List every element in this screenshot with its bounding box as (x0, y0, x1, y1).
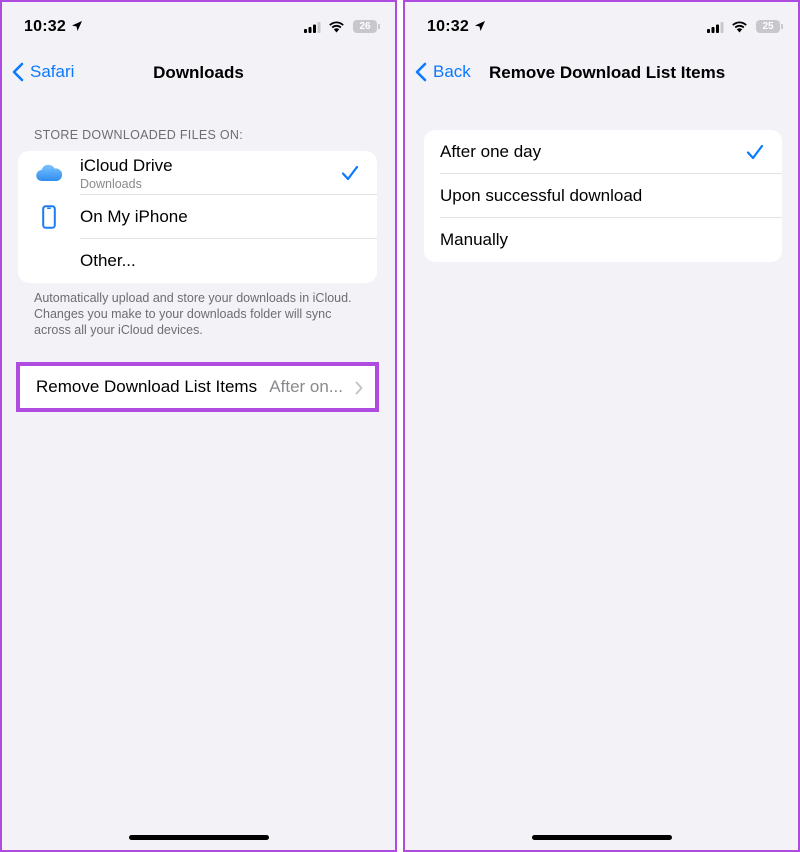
cellular-signal-icon (707, 22, 724, 33)
status-bar: 10:32 25 (405, 16, 798, 40)
battery-indicator: 26 (353, 20, 380, 33)
status-time: 10:32 (427, 18, 469, 35)
option-after-one-day[interactable]: After one day (424, 130, 782, 174)
option-sublabel: Downloads (80, 176, 142, 191)
cellular-signal-icon (304, 22, 321, 33)
home-indicator[interactable] (531, 835, 672, 840)
row-label: Remove Download List Items (36, 377, 258, 396)
wifi-icon (732, 21, 747, 33)
wifi-icon (329, 21, 344, 33)
option-label: After one day (440, 142, 542, 161)
location-arrow-icon (475, 21, 485, 31)
section-header: STORE DOWNLOADED FILES ON: (34, 128, 243, 142)
navigation-bar: Safari Downloads (2, 58, 395, 90)
option-label: On My iPhone (80, 207, 188, 226)
downloads-screen: 10:32 26 Safari Downloads STORE DOWNLOAD… (0, 0, 397, 852)
back-label: Back (433, 62, 471, 81)
option-label: Upon successful download (440, 186, 643, 205)
iphone-icon (42, 205, 56, 229)
option-label: Manually (440, 230, 509, 249)
storage-options-list: iCloud Drive Downloads On My iPhone Othe… (18, 151, 377, 283)
option-label: Other... (80, 251, 136, 270)
chevron-right-icon (355, 381, 363, 395)
option-other[interactable]: Other... (18, 239, 377, 283)
page-title: Downloads (153, 63, 244, 82)
row-value: After on... (269, 377, 343, 396)
battery-indicator: 25 (756, 20, 783, 33)
option-icloud-drive[interactable]: iCloud Drive Downloads (18, 151, 377, 195)
option-on-my-iphone[interactable]: On My iPhone (18, 195, 377, 239)
removal-options-list: After one day Upon successful download M… (424, 130, 782, 262)
remove-download-list-items-screen: 10:32 25 Back Remove Download List Items… (403, 0, 800, 852)
navigation-bar: Back Remove Download List Items (405, 58, 798, 90)
location-arrow-icon (72, 21, 82, 31)
icloud-icon (36, 164, 63, 182)
page-title: Remove Download List Items (489, 63, 726, 82)
option-label: iCloud Drive (80, 155, 173, 175)
back-button[interactable]: Back (415, 62, 471, 82)
home-indicator[interactable] (128, 835, 269, 840)
option-manually[interactable]: Manually (424, 218, 782, 262)
status-bar: 10:32 26 (2, 16, 395, 40)
checkmark-icon (746, 144, 764, 160)
status-time: 10:32 (24, 18, 66, 35)
option-upon-successful-download[interactable]: Upon successful download (424, 174, 782, 218)
remove-download-list-items-row[interactable]: Remove Download List Items After on... (16, 362, 379, 412)
checkmark-icon (341, 165, 359, 181)
footer-note: Automatically upload and store your down… (34, 291, 352, 337)
chevron-left-icon (415, 62, 427, 82)
